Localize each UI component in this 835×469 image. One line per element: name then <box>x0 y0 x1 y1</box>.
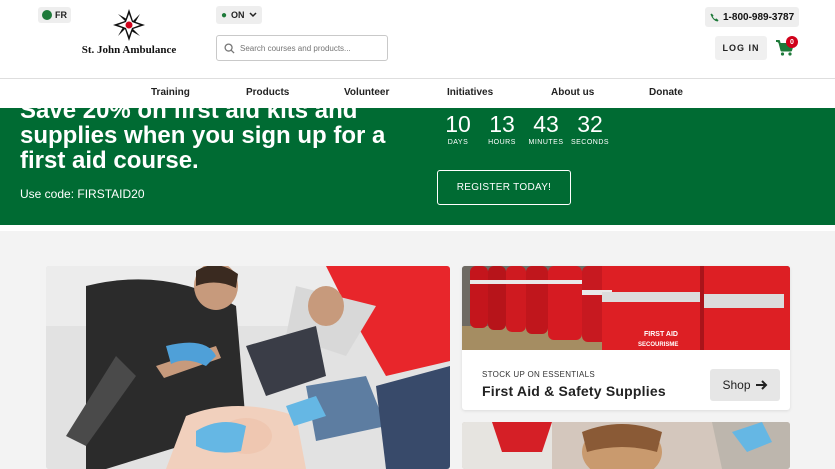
cpr-training-card[interactable] <box>46 266 450 469</box>
first-aid-bags-image: FIRST AID SECOURISME <box>462 266 790 350</box>
countdown-label: DAYS <box>447 139 469 146</box>
countdown-value: 10 <box>445 111 471 137</box>
search-box[interactable] <box>216 35 388 61</box>
countdown-label: MINUTES <box>528 139 564 146</box>
phone-icon <box>710 12 719 22</box>
countdown-value: 43 <box>533 111 559 137</box>
chevron-down-icon <box>249 12 257 18</box>
province-selector[interactable]: ● ON <box>216 6 262 24</box>
bag-text-secourisme: SECOURISME <box>638 342 678 348</box>
logo-text: St. John Ambulance <box>81 44 177 56</box>
training-photo <box>462 422 790 469</box>
nav-item-products[interactable]: Products <box>246 87 289 98</box>
countdown-timer: 10 DAYS 13 HOURS 43 MINUTES 32 SECONDS <box>436 110 612 146</box>
countdown-days: 10 DAYS <box>436 110 480 146</box>
nav-item-volunteer[interactable]: Volunteer <box>344 87 389 98</box>
shop-button-label: Shop <box>722 378 751 392</box>
nav-item-about-us[interactable]: About us <box>551 87 594 98</box>
phone-link[interactable]: 1-800-989-3787 <box>705 7 800 27</box>
promo-headline: Save 20% on first aid kits and supplies … <box>20 108 386 174</box>
section-divider <box>0 225 835 231</box>
promo-code: Use code: FIRSTAID20 <box>20 187 145 201</box>
location-pin-icon: ● <box>221 9 228 21</box>
search-icon <box>224 42 235 54</box>
countdown-value: 32 <box>577 111 603 137</box>
shop-button[interactable]: Shop <box>710 369 780 401</box>
countdown-seconds: 32 SECONDS <box>568 110 612 146</box>
site-header: FR St. John Ambulance ● ON 1-800-989-378… <box>0 0 835 78</box>
login-button[interactable]: LOG IN <box>715 36 767 60</box>
cart-count-badge: 0 <box>786 36 798 48</box>
arrow-right-icon <box>755 380 767 390</box>
promo-banner: Save 20% on first aid kits and supplies … <box>0 108 835 225</box>
main-nav: Training Products Volunteer Initiatives … <box>0 78 835 108</box>
supplies-kicker: STOCK UP ON ESSENTIALS <box>482 370 596 379</box>
cpr-training-photo <box>46 266 450 469</box>
maltese-cross-logo-icon <box>113 9 145 41</box>
language-toggle[interactable]: FR <box>38 7 71 23</box>
countdown-label: HOURS <box>488 139 516 146</box>
countdown-label: SECONDS <box>570 139 610 146</box>
countdown-value: 13 <box>489 111 515 137</box>
countdown-hours: 13 HOURS <box>480 110 524 146</box>
supplies-photo: FIRST AID SECOURISME <box>462 266 790 350</box>
countdown-minutes: 43 MINUTES <box>524 110 568 146</box>
nav-item-initiatives[interactable]: Initiatives <box>447 87 493 98</box>
site-logo[interactable]: St. John Ambulance <box>78 8 180 56</box>
language-label: FR <box>55 10 67 20</box>
search-input[interactable] <box>240 43 385 53</box>
supplies-title: First Aid & Safety Supplies <box>482 383 666 399</box>
nav-item-training[interactable]: Training <box>151 87 190 98</box>
phone-number: 1-800-989-3787 <box>723 11 795 23</box>
bag-text-first-aid: FIRST AID <box>644 331 678 338</box>
province-label: ON <box>231 10 245 20</box>
supplies-card[interactable]: FIRST AID SECOURISME STOCK UP ON ESSENTI… <box>462 266 790 410</box>
globe-icon <box>42 10 52 20</box>
course-card[interactable] <box>462 422 790 469</box>
register-button[interactable]: REGISTER TODAY! <box>437 170 571 205</box>
nav-item-donate[interactable]: Donate <box>649 87 683 98</box>
